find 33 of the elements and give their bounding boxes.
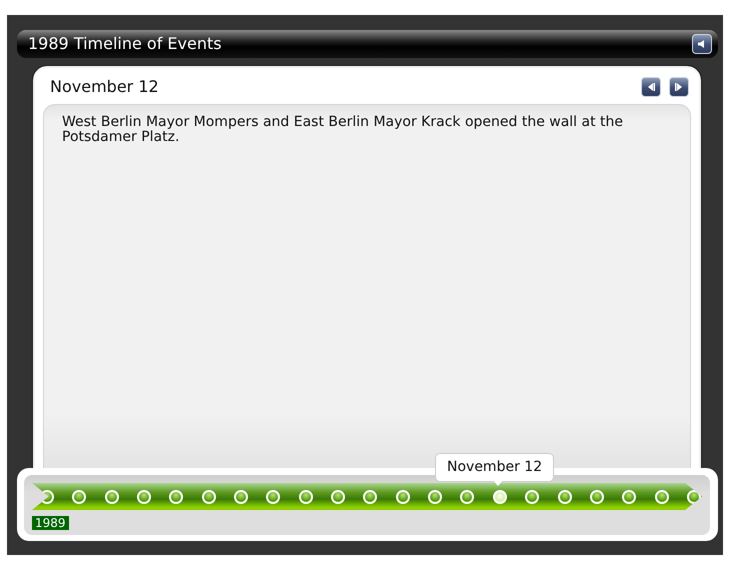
sound-button[interactable] — [692, 34, 712, 54]
timeline-point[interactable] — [492, 490, 507, 504]
timeline-point[interactable] — [104, 490, 119, 504]
timeline-point[interactable] — [396, 490, 410, 504]
window-title: 1989 Timeline of Events — [28, 33, 222, 55]
previous-icon — [646, 82, 656, 92]
previous-button[interactable] — [641, 77, 661, 97]
timeline-point[interactable] — [428, 490, 442, 504]
timeline-point[interactable] — [525, 490, 540, 504]
timeline-point[interactable] — [298, 490, 313, 504]
speaker-icon — [697, 39, 707, 49]
timeline-point[interactable] — [72, 490, 86, 504]
next-button[interactable] — [669, 77, 689, 97]
timeline-point[interactable] — [331, 490, 346, 504]
timeline-point[interactable] — [686, 490, 701, 504]
next-icon — [674, 82, 684, 92]
timeline-point[interactable] — [654, 490, 669, 504]
date-tooltip: November 12 — [435, 453, 554, 482]
timeline-point[interactable] — [202, 490, 216, 504]
event-date: November 12 — [50, 76, 159, 98]
timeline-point[interactable] — [460, 490, 474, 504]
timeline-point[interactable] — [234, 490, 248, 504]
timeline-point[interactable] — [266, 490, 280, 504]
timeline-point[interactable] — [137, 490, 152, 504]
timeline-point[interactable] — [590, 490, 604, 504]
event-description: West Berlin Mayor Mompers and East Berlin Mayor Krack opened the wall at the Potsdamer Platz. — [62, 115, 624, 146]
timeline-point[interactable] — [169, 490, 184, 504]
tooltip-pointer-icon — [493, 480, 503, 486]
year-label: 1989 — [32, 516, 69, 530]
timeline-point[interactable] — [363, 490, 378, 504]
timeline-point[interactable] — [558, 490, 572, 504]
timeline-point[interactable] — [40, 490, 54, 504]
timeline-point[interactable] — [622, 490, 636, 504]
